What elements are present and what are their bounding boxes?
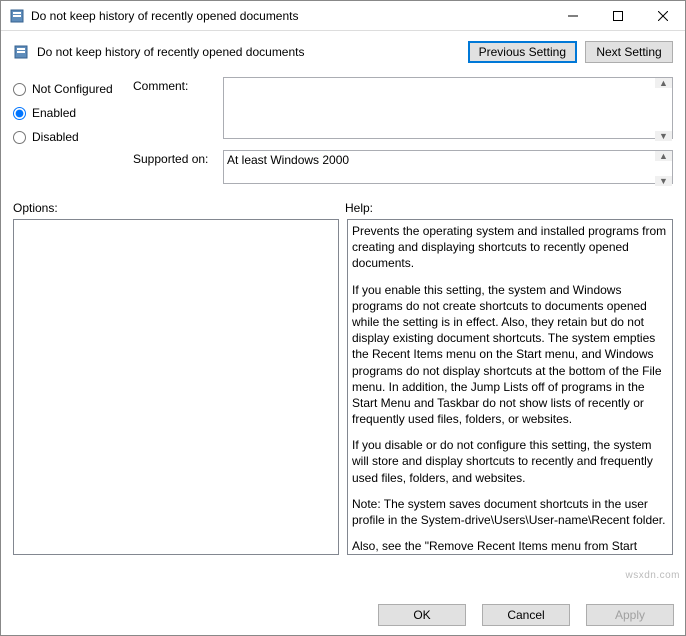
- header: Do not keep history of recently opened d…: [1, 31, 685, 77]
- scroll-up-icon[interactable]: ▲: [655, 78, 672, 88]
- help-text: If you enable this setting, the system a…: [352, 282, 668, 428]
- help-text: Note: The system saves document shortcut…: [352, 496, 668, 528]
- supported-textarea: [223, 150, 673, 184]
- previous-setting-button[interactable]: Previous Setting: [468, 41, 577, 63]
- scroll-down-icon[interactable]: ▼: [655, 176, 672, 186]
- comment-label: Comment:: [133, 77, 223, 142]
- supported-label: Supported on:: [133, 150, 223, 187]
- radio-not-configured[interactable]: Not Configured: [13, 77, 133, 101]
- next-setting-button[interactable]: Next Setting: [585, 41, 673, 63]
- titlebar: Do not keep history of recently opened d…: [1, 1, 685, 31]
- radio-enabled[interactable]: Enabled: [13, 101, 133, 125]
- radio-disabled[interactable]: Disabled: [13, 125, 133, 149]
- help-text: Also, see the "Remove Recent Items menu …: [352, 538, 668, 555]
- footer: OK Cancel Apply: [370, 604, 674, 626]
- help-text: Prevents the operating system and instal…: [352, 223, 668, 272]
- scroll-down-icon[interactable]: ▼: [655, 131, 672, 141]
- help-text: If you disable or do not configure this …: [352, 437, 668, 486]
- window-title: Do not keep history of recently opened d…: [31, 9, 550, 23]
- help-panel[interactable]: Prevents the operating system and instal…: [347, 219, 673, 555]
- cancel-button[interactable]: Cancel: [482, 604, 570, 626]
- policy-icon: [9, 8, 25, 24]
- options-panel: [13, 219, 339, 555]
- options-label: Options:: [13, 201, 345, 215]
- policy-icon: [13, 44, 29, 60]
- help-label: Help:: [345, 201, 373, 215]
- ok-button[interactable]: OK: [378, 604, 466, 626]
- radio-group: Not Configured Enabled Disabled: [13, 77, 133, 195]
- close-button[interactable]: [640, 1, 685, 30]
- minimize-button[interactable]: [550, 1, 595, 30]
- maximize-button[interactable]: [595, 1, 640, 30]
- apply-button[interactable]: Apply: [586, 604, 674, 626]
- comment-textarea[interactable]: [223, 77, 673, 139]
- watermark: wsxdn.com: [625, 570, 680, 581]
- scroll-up-icon[interactable]: ▲: [655, 151, 672, 161]
- policy-title: Do not keep history of recently opened d…: [37, 45, 460, 59]
